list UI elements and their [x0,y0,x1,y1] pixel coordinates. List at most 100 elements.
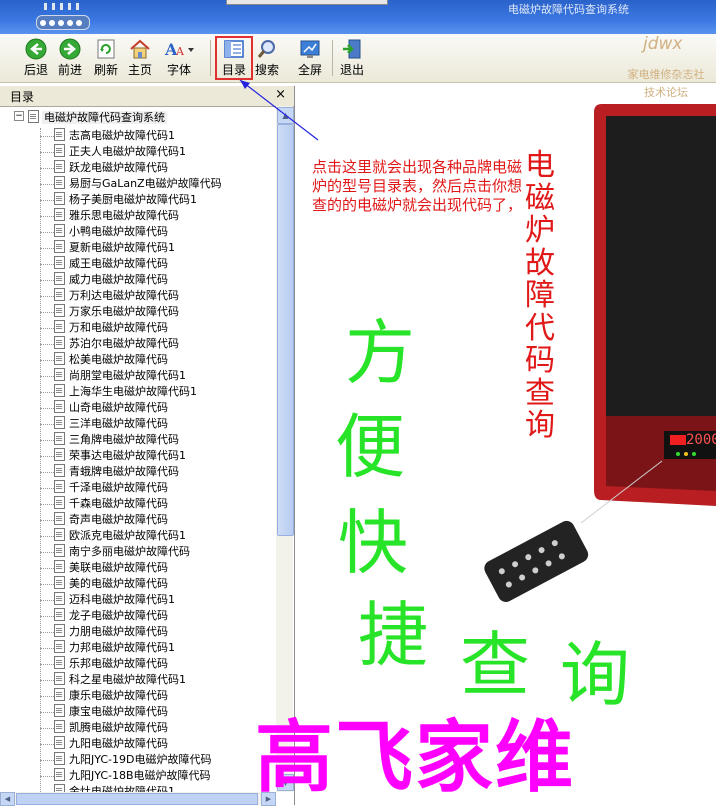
tree-item[interactable]: 美联电磁炉故障代码 [40,559,222,575]
refresh-button[interactable]: 刷新 [92,38,120,78]
tree-item[interactable]: 万利达电磁炉故障代码 [40,287,222,303]
tree-item[interactable]: 山奇电磁炉故障代码 [40,399,222,415]
scroll-up-icon[interactable]: ▲ [277,107,294,124]
tree-item[interactable]: 易厨与GaLanZ电磁炉故障代码 [40,175,222,191]
font-button[interactable]: AA 字体 [161,38,197,78]
tree-item[interactable]: 威力电磁炉故障代码 [40,271,222,287]
collapse-icon[interactable]: − [14,111,24,121]
tree-item[interactable]: 美的电磁炉故障代码 [40,575,222,591]
tree-item[interactable]: 九阳JYC-19D电磁炉故障代码 [40,751,222,767]
tree-item[interactable]: 千森电磁炉故障代码 [40,495,222,511]
tree-item-label: 三角牌电磁炉故障代码 [69,433,179,446]
tree-item-label: 青蛾牌电磁炉故障代码 [69,465,179,478]
title-bar-logo [36,15,90,30]
document-icon [54,160,65,173]
tree-item-label: 迈科电磁炉故障代码1 [69,593,175,606]
document-icon [54,784,65,792]
tree-connector [40,471,54,473]
tree-item[interactable]: 康乐电磁炉故障代码 [40,687,222,703]
document-icon [54,576,65,589]
tree-item[interactable]: 三洋电磁炉故障代码 [40,415,222,431]
horizontal-scrollbar[interactable]: ◀ ▶ [0,792,276,806]
document-icon [54,544,65,557]
forward-button[interactable]: 前进 [56,38,84,78]
tree-item[interactable]: 雅乐思电磁炉故障代码 [40,207,222,223]
document-icon [54,496,65,509]
tree-item[interactable]: 欧派克电磁炉故障代码1 [40,527,222,543]
tree-item[interactable]: 万家乐电磁炉故障代码 [40,303,222,319]
home-button[interactable]: 主页 [126,38,154,78]
tree-connector [40,439,54,441]
tree-item[interactable]: 威王电磁炉故障代码 [40,255,222,271]
tree-item[interactable]: 九阳电磁炉故障代码 [40,735,222,751]
handwriting-char-4: 捷 [358,594,428,676]
tree-item[interactable]: 迈科电磁炉故障代码1 [40,591,222,607]
tree-item[interactable]: 正夫人电磁炉故障代码1 [40,143,222,159]
tree-connector [40,167,54,169]
tree-item-label: 苏泊尔电磁炉故障代码 [69,337,179,350]
tree-item-label: 南宁多丽电磁炉故障代码 [69,545,190,558]
refresh-icon [97,39,115,59]
tree-item-label: 欧派克电磁炉故障代码1 [69,529,186,542]
tree-item[interactable]: 苏泊尔电磁炉故障代码 [40,335,222,351]
scroll-thumb[interactable] [277,124,294,536]
tree-item-label: 松美电磁炉故障代码 [69,353,168,366]
contents-button[interactable]: 目录 [215,36,253,80]
tree-item[interactable]: 乐邦电磁炉故障代码 [40,655,222,671]
tree-item[interactable]: 上海华生电磁炉故障代码1 [40,383,222,399]
annotation-note: 点击这里就会出现各种品牌电磁炉的型号目录表，然后点击你想查的的电磁炉就会出现代码… [312,158,523,214]
tree-item-label: 易厨与GaLanZ电磁炉故障代码 [69,177,222,190]
tree-item[interactable]: 杨子美厨电磁炉故障代码1 [40,191,222,207]
tree-item-label: 跃龙电磁炉故障代码 [69,161,168,174]
vertical-scrollbar[interactable]: ▲ ▼ [276,106,294,792]
handwriting-char-6: 询 [560,634,630,716]
document-icon [54,736,65,749]
document-icon [54,512,65,525]
fullscreen-button[interactable]: 全屏 [295,38,325,78]
tree-item-label: 万利达电磁炉故障代码 [69,289,179,302]
scroll-left-icon[interactable]: ◀ [0,792,15,806]
tree-item[interactable]: 三角牌电磁炉故障代码 [40,431,222,447]
tree-item[interactable]: 金灶电磁炉故障代码1 [40,783,222,792]
tree-item[interactable]: 力朋电磁炉故障代码 [40,623,222,639]
tree-item[interactable]: 万和电磁炉故障代码 [40,319,222,335]
document-icon [54,352,65,365]
tree-item[interactable]: 龙子电磁炉故障代码 [40,607,222,623]
tree-item[interactable]: 力邦电磁炉故障代码1 [40,639,222,655]
document-icon [54,336,65,349]
tree-connector [40,775,54,777]
back-button[interactable]: 后退 [22,38,50,78]
tree-item[interactable]: 青蛾牌电磁炉故障代码 [40,463,222,479]
tree-item[interactable]: 跃龙电磁炉故障代码 [40,159,222,175]
tree-item[interactable]: 九阳JYC-18B电磁炉故障代码 [40,767,222,783]
search-button[interactable]: 搜索 [253,38,281,78]
exit-button[interactable]: 退出 [338,38,366,78]
tree-item[interactable]: 夏新电磁炉故障代码1 [40,239,222,255]
document-icon [54,688,65,701]
tree-item[interactable]: 千泽电磁炉故障代码 [40,479,222,495]
panel-close-button[interactable]: × [275,87,286,102]
tree-item[interactable]: 荣事达电磁炉故障代码1 [40,447,222,463]
tree-root[interactable]: − 电磁炉故障代码查询系统 [14,109,167,124]
tree-item[interactable]: 南宁多丽电磁炉故障代码 [40,543,222,559]
document-icon [54,672,65,685]
tree-item-label: 科之星电磁炉故障代码1 [69,673,186,686]
handwriting-char-1: 方 [345,312,415,394]
tree-item-label: 康宝电磁炉故障代码 [69,705,168,718]
tree-item[interactable]: 奇声电磁炉故障代码 [40,511,222,527]
tree-item-label: 山奇电磁炉故障代码 [69,401,168,414]
tree-item[interactable]: 志高电磁炉故障代码1 [40,127,222,143]
tree-item[interactable]: 科之星电磁炉故障代码1 [40,671,222,687]
exit-label: 退出 [339,63,364,77]
tree-item[interactable]: 尚朋堂电磁炉故障代码1 [40,367,222,383]
forward-arrow-icon [59,38,81,60]
document-icon [54,752,65,765]
tree-item[interactable]: 松美电磁炉故障代码 [40,351,222,367]
document-icon [54,208,65,221]
tree-item[interactable]: 凯腾电磁炉故障代码 [40,719,222,735]
tree-item-label: 志高电磁炉故障代码1 [69,129,175,142]
tree-item[interactable]: 康宝电磁炉故障代码 [40,703,222,719]
hscroll-thumb[interactable] [16,793,258,805]
tree-item[interactable]: 小鸭电磁炉故障代码 [40,223,222,239]
tree-item-label: 力邦电磁炉故障代码1 [69,641,175,654]
